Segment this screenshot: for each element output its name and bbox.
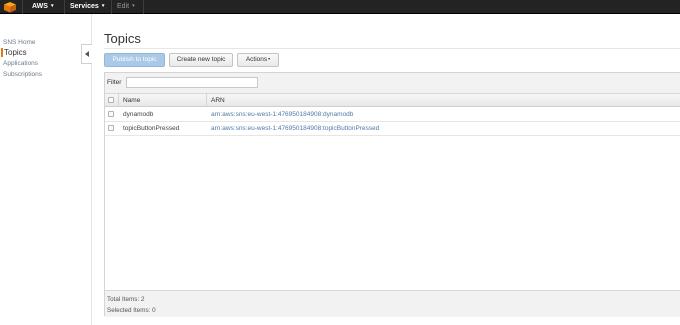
- column-divider: [206, 94, 207, 106]
- column-divider: [118, 94, 119, 106]
- aws-menu[interactable]: AWS ▾: [32, 0, 53, 14]
- chevron-down-icon: ▾: [268, 56, 271, 61]
- page-title: Topics: [104, 31, 141, 46]
- collapse-arrow-icon: [85, 51, 89, 57]
- table-footer: Total Items: 2 Selected Items: 0: [105, 290, 680, 317]
- aws-menu-label: AWS: [32, 3, 48, 10]
- actions-button[interactable]: Actions▾: [237, 53, 279, 67]
- row-checkbox[interactable]: [108, 111, 114, 117]
- column-header-name[interactable]: Name: [123, 97, 140, 104]
- nav-divider: [111, 0, 112, 14]
- topic-name: topicButtonPressed: [123, 125, 180, 132]
- row-checkbox[interactable]: [108, 125, 114, 131]
- filter-bar: Filter: [105, 73, 680, 94]
- publish-to-topic-button[interactable]: Publish to topic: [104, 53, 165, 67]
- sidebar-item-subscriptions[interactable]: Subscriptions: [3, 71, 42, 78]
- topic-arn-link[interactable]: arn:aws:sns:eu-west-1:476950184908:dynam…: [211, 111, 353, 118]
- nav-divider: [64, 0, 65, 14]
- filter-input[interactable]: [126, 77, 258, 88]
- sidebar: SNS Home Topics Applications Subscriptio…: [0, 14, 92, 325]
- total-items-count: Total Items: 2: [107, 296, 145, 303]
- chevron-down-icon: ▾: [132, 3, 135, 9]
- table-header: Name ARN: [105, 94, 680, 107]
- top-navigation-bar: AWS ▾ Services ▾ Edit ▾: [0, 0, 680, 14]
- table-row[interactable]: topicButtonPressed arn:aws:sns:eu-west-1…: [105, 122, 680, 136]
- services-menu-label: Services: [70, 3, 99, 10]
- selected-items-count: Selected Items: 0: [107, 307, 156, 314]
- chevron-down-icon: ▾: [101, 3, 105, 9]
- table-row[interactable]: dynamodb arn:aws:sns:eu-west-1:476950184…: [105, 108, 680, 122]
- sidebar-item-sns-home[interactable]: SNS Home: [3, 39, 36, 46]
- nav-divider: [143, 0, 144, 14]
- topics-table: Filter Name ARN dynamodb arn:aws:sns:eu-…: [104, 72, 680, 317]
- sidebar-item-applications[interactable]: Applications: [3, 60, 38, 67]
- sidebar-collapse-button[interactable]: [81, 44, 92, 64]
- topic-arn-link[interactable]: arn:aws:sns:eu-west-1:476950184908:topic…: [211, 125, 379, 132]
- filter-label: Filter: [107, 79, 122, 86]
- create-new-topic-button[interactable]: Create new topic: [169, 53, 233, 67]
- edit-menu-label: Edit: [117, 3, 130, 10]
- sidebar-item-topics[interactable]: Topics: [1, 48, 27, 57]
- services-menu[interactable]: Services ▾: [70, 0, 104, 14]
- nav-divider: [22, 0, 23, 14]
- edit-menu[interactable]: Edit ▾: [117, 0, 135, 14]
- topic-name: dynamodb: [123, 111, 154, 118]
- actions-button-label: Actions: [245, 56, 268, 63]
- chevron-down-icon: ▾: [50, 3, 54, 9]
- select-all-checkbox[interactable]: [108, 97, 114, 103]
- aws-cube-icon[interactable]: [2, 1, 18, 13]
- title-divider: [104, 48, 680, 49]
- column-header-arn[interactable]: ARN: [211, 97, 225, 104]
